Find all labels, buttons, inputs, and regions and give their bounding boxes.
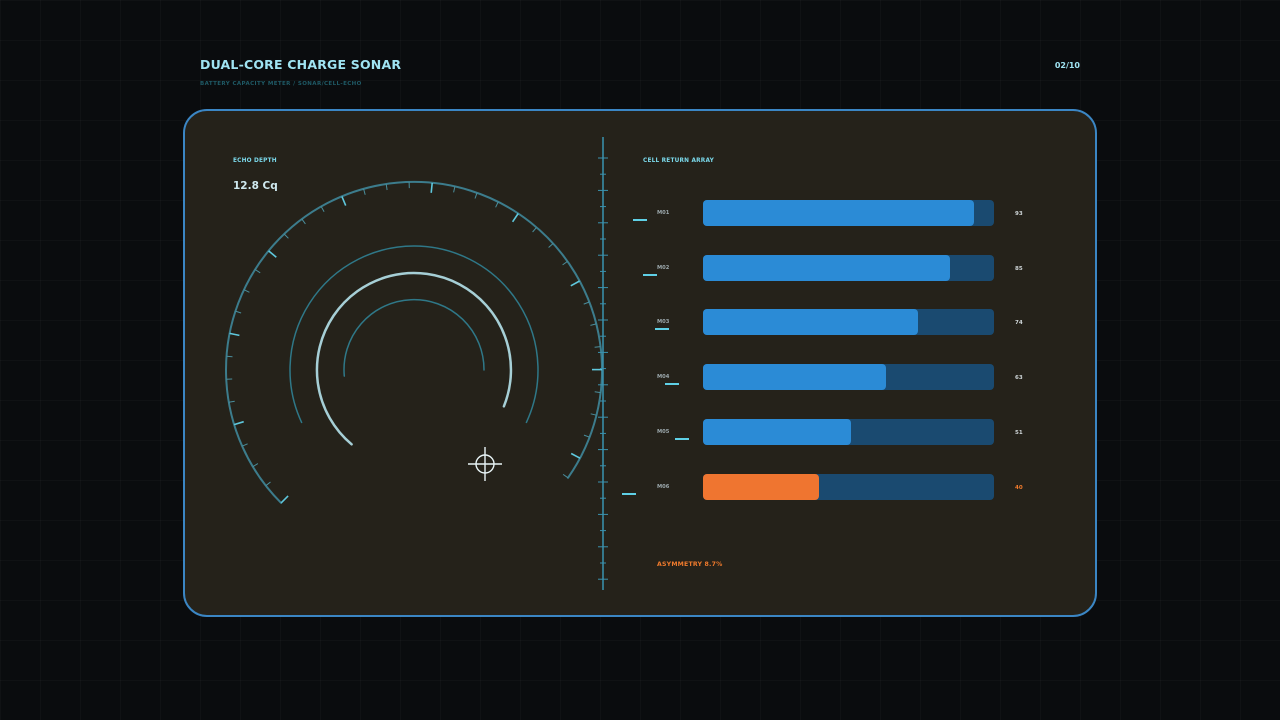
cell-marker (643, 273, 657, 276)
dial-tick (320, 206, 325, 212)
dial-tick (265, 481, 271, 487)
dial-tick (590, 413, 597, 416)
dial-tick (301, 218, 306, 225)
dial-tick (562, 260, 568, 266)
dial-tick (532, 227, 537, 233)
dial-tick (570, 280, 580, 287)
echo-depth-label: ECHO DEPTH (233, 158, 277, 164)
inner-ring (315, 271, 513, 446)
dial-tick (229, 332, 240, 337)
cell-bar-track (703, 364, 994, 391)
cell-value: 74 (1015, 320, 1023, 327)
cell-name: M06 (657, 483, 670, 490)
dial-tick (385, 184, 388, 191)
cell-bar-fill (703, 200, 974, 226)
dial-tick (453, 186, 456, 193)
dial-tick (280, 495, 289, 504)
dial-tick (341, 196, 347, 206)
cell-value: 40 (1015, 484, 1023, 491)
cell-value: 51 (1015, 429, 1023, 436)
dial-tick (511, 213, 519, 223)
cell-bar-track (703, 418, 994, 445)
cell-name: M04 (657, 374, 670, 381)
dial-tick (562, 473, 569, 479)
sonar-graphic (225, 137, 608, 590)
cell-bar-fill (703, 254, 951, 281)
dial-tick (283, 233, 289, 239)
outer-ring (225, 180, 604, 504)
cell-value: 93 (1015, 211, 1023, 217)
dial-tick (474, 192, 478, 199)
dial-tick (252, 463, 259, 468)
dial-tick (233, 420, 244, 426)
echo-depth-value: 12.8 Cq (233, 180, 278, 192)
dial-tick (268, 250, 277, 258)
dial-tick (241, 443, 248, 447)
cell-bar-fill (703, 473, 820, 500)
dial-tick (594, 391, 601, 394)
cell-marker (675, 437, 689, 440)
dial-tick (594, 346, 601, 348)
cell-marker (633, 219, 647, 221)
core-ring (343, 298, 485, 377)
cell-value: 85 (1015, 265, 1023, 272)
dial-tick (243, 289, 250, 293)
cell-bar-fill (703, 309, 919, 336)
dial-tick (583, 301, 590, 305)
dial-tick (590, 323, 597, 326)
cell-name: M01 (657, 210, 670, 216)
cell-value: 63 (1015, 375, 1023, 382)
cell-name: M02 (657, 264, 670, 271)
cell-return-array-label: CELL RETURN ARRAY (643, 158, 714, 164)
dial-tick (548, 243, 554, 248)
dial-tick (363, 188, 366, 195)
divider-scale (598, 137, 608, 590)
dial-tick (430, 182, 433, 193)
dial-tick (583, 434, 590, 438)
sonar-dial (225, 180, 604, 504)
cell-name: M05 (657, 428, 670, 435)
asymmetry-readout: ASYMMETRY 8.7% (657, 561, 723, 568)
dial-tick (228, 400, 235, 403)
dial-tick (235, 310, 242, 314)
cell-name: M03 (657, 319, 670, 326)
crosshair-icon (468, 447, 502, 481)
cell-bar-track (703, 473, 994, 500)
cell-marker (655, 328, 669, 331)
cell-marker (622, 492, 636, 495)
cell-bar-track (703, 309, 994, 336)
cell-bar-track (703, 254, 994, 281)
dial-tick (570, 452, 581, 459)
cell-bar-fill (703, 364, 887, 391)
cell-bar-fill (703, 418, 852, 445)
cell-bar-track (703, 200, 994, 226)
dial-tick (495, 201, 499, 208)
cell-marker (665, 383, 679, 386)
dial-tick (254, 269, 261, 274)
